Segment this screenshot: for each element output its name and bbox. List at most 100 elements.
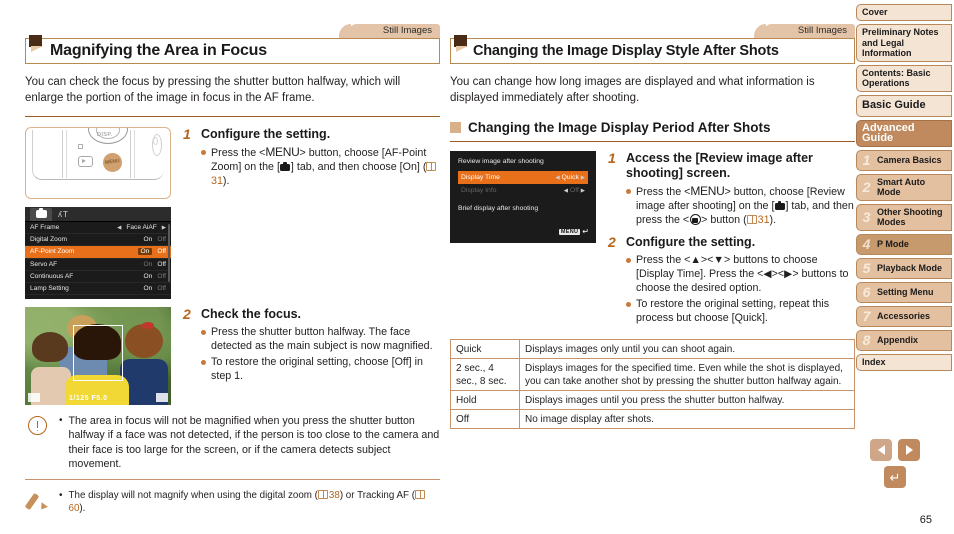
bullet-dot-icon <box>201 149 206 155</box>
step-bullet: Press the <MENU> button, choose [AF-Poin… <box>201 145 440 188</box>
sidebar-item-label: Smart Auto Mode <box>877 176 926 198</box>
sidebar-item-label: Other Shooting Modes <box>877 206 943 228</box>
still-images-tab: Still Images <box>754 24 855 38</box>
camera-small-square <box>78 144 83 149</box>
still-images-tab-wrap: Still Images <box>450 0 855 38</box>
review-row: Review image after shooting Display Time… <box>450 151 855 327</box>
sidebar-item-label: Setting Menu <box>877 286 934 297</box>
step-number: 1 <box>608 150 616 166</box>
page-title: Changing the Image Display Style After S… <box>473 43 779 59</box>
sidebar-item-label: Basic Guide <box>862 99 926 112</box>
menu-tab-bar: ʎТ <box>25 207 171 222</box>
step-row-1: DISP. MENU 1 Configure the setting. Pres… <box>25 127 440 199</box>
heading-flag-icon <box>29 35 43 52</box>
step-title: Configure the setting. <box>626 235 756 249</box>
display-time-value: ◀ Quick ▶ <box>555 174 585 181</box>
sidebar-item-p-mode[interactable]: 4 P Mode <box>856 233 952 255</box>
sidebar-item-label: Contents: Basic Operations <box>862 67 931 89</box>
sidebar-item-other-shooting-modes[interactable]: 3 Other Shooting Modes <box>856 203 952 231</box>
osd-exposure-readout: 1/125 F5.0 <box>69 395 108 402</box>
pencil-icon <box>27 491 47 511</box>
menu-row: Digital Zoom On Off <box>25 234 171 247</box>
sidebar-item-smart-auto-mode[interactable]: 2 Smart Auto Mode <box>856 173 952 201</box>
sidebar-item-label: P Mode <box>877 238 909 249</box>
bullet-text: To restore the original setting, choose … <box>211 356 423 382</box>
tip-note: • The display will not magnify when usin… <box>25 489 440 515</box>
sidebar-item-basic-guide[interactable]: Basic Guide <box>856 94 952 117</box>
section-heading-bar: Changing the Image Display Style After S… <box>450 35 855 64</box>
prev-page-icon <box>877 445 885 455</box>
osd-left-icon <box>28 393 40 402</box>
camera-edge-line <box>62 130 63 178</box>
bullet-dot-icon <box>626 301 631 307</box>
sidebar-item-cover[interactable]: Cover <box>856 4 952 21</box>
sidebar-item-label: Preliminary Notes and Legal Information <box>862 27 939 58</box>
sidebar-item-contents[interactable]: Contents: Basic Operations <box>856 64 952 92</box>
bullet-dash: • <box>59 490 63 502</box>
section-intro: You can change how long images are displ… <box>450 76 815 104</box>
chapter-number: 5 <box>862 259 871 276</box>
page-title: Magnifying the Area in Focus <box>50 42 267 59</box>
tip-text: The display will not magnify when using … <box>69 489 440 515</box>
chapter-number: 8 <box>862 331 871 348</box>
sidebar-item-index[interactable]: Index <box>856 353 952 371</box>
menu-row-value: On Off <box>137 248 166 256</box>
next-page-button[interactable] <box>898 439 920 461</box>
sidebar-item-accessories[interactable]: 7 Accessories <box>856 305 952 327</box>
heading-flag-icon <box>454 35 468 52</box>
section-intro: You can check the focus by pressing the … <box>25 76 401 104</box>
still-images-tab: Still Images <box>339 24 440 38</box>
menu-row-value: ◀ Face AiAF ▶ <box>117 224 166 232</box>
sidebar-item-advanced-guide[interactable]: Advanced Guide <box>856 119 952 147</box>
menu-row-label: Digital Zoom <box>30 236 68 244</box>
camera-grip-inner <box>153 137 158 145</box>
subheading-square-icon <box>450 122 461 133</box>
divider <box>25 479 440 481</box>
table-row: Hold Displays images until you press the… <box>450 390 855 410</box>
right-column: Still Images Changing the Image Display … <box>450 0 855 429</box>
sidebar-item-label: Playback Mode <box>877 262 943 273</box>
step-bullet: To restore the original setting, repeat … <box>626 297 855 325</box>
page-reference-icon <box>426 162 437 171</box>
option-description: No image display after shots. <box>519 409 855 429</box>
step-2: 2 Configure the setting. Press the <▲><▼… <box>608 235 855 327</box>
chapter-number: 4 <box>862 235 871 252</box>
prev-page-button[interactable] <box>870 439 892 461</box>
bullet-text: Press the <MENU> button, choose [AF-Poin… <box>211 145 440 188</box>
menu-row-value: On Off <box>143 260 166 268</box>
menu-row-label: AF Frame <box>30 224 60 232</box>
chapter-number: 6 <box>862 283 871 300</box>
menu-scrollbar[interactable] <box>167 224 170 282</box>
camera-edge-line <box>130 130 131 178</box>
sidebar-item-label: Accessories <box>877 310 931 321</box>
sidebar-item-camera-basics[interactable]: 1 Camera Basics <box>856 149 952 171</box>
sidebar-item-label: Cover <box>862 7 888 18</box>
return-button[interactable]: ↵ <box>884 466 906 488</box>
sidebar-item-playback-mode[interactable]: 5 Playback Mode <box>856 257 952 279</box>
review-screen-footer: Brief display after shooting <box>458 205 539 212</box>
chapter-number: 7 <box>862 307 871 324</box>
step-1: 1 Configure the setting. Press the <MENU… <box>183 127 440 190</box>
warning-icon-wrap <box>25 414 49 435</box>
sidebar-item-appendix[interactable]: 8 Appendix <box>856 329 952 351</box>
option-key: Off <box>450 409 520 429</box>
step-2-container: 2 Check the focus. Press the shutter but… <box>183 307 440 405</box>
chapter-number: 2 <box>862 178 871 195</box>
page-number: 65 <box>919 514 932 526</box>
af-frame-icon <box>73 325 123 381</box>
display-time-options-table: Quick Displays images only until you can… <box>450 339 855 429</box>
step-1: 1 Access the [Review image after shootin… <box>608 151 855 229</box>
menu-chip-label: MENU <box>558 228 581 235</box>
option-description: Displays images for the specified time. … <box>519 358 855 391</box>
menu-row-label: Servo AF <box>30 260 58 268</box>
settings-tab: ʎТ <box>58 209 69 219</box>
section-heading-bar: Magnifying the Area in Focus <box>25 35 440 64</box>
func-set-icon <box>689 214 701 225</box>
sidebar-item-preliminary-notes[interactable]: Preliminary Notes and Legal Information <box>856 24 952 62</box>
option-description: Displays images until you press the shut… <box>519 390 855 410</box>
option-description: Displays images only until you can shoot… <box>519 339 855 359</box>
sidebar-item-setting-menu[interactable]: 6 Setting Menu <box>856 281 952 303</box>
camera-menu-screen: ʎТ AF Frame ◀ Face AiAF ▶ Digital Zoom On O… <box>25 207 171 299</box>
display-time-label: Display Time <box>461 174 500 181</box>
left-column: Still Images Magnifying the Area in Focu… <box>25 0 440 515</box>
